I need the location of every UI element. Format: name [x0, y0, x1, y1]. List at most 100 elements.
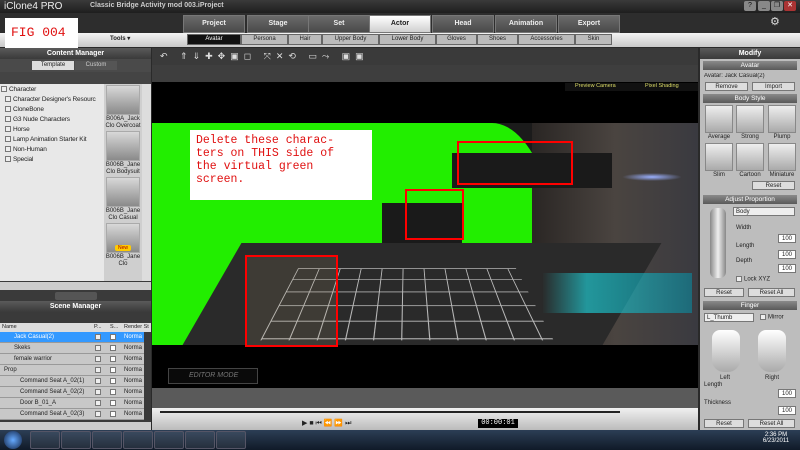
body-style-slim[interactable] — [705, 143, 733, 171]
scene-row[interactable]: Jack Casual(2) Norma — [0, 332, 144, 343]
body-style-average[interactable] — [705, 105, 733, 133]
tree-item[interactable]: G3 Nude Characters — [1, 115, 103, 125]
thumbnail-scrollbar[interactable] — [142, 84, 151, 281]
tools-menu[interactable]: Tools ▾ — [110, 35, 130, 42]
avatar-section[interactable]: Avatar — [703, 61, 797, 70]
mirror-checkbox[interactable]: Mirror — [760, 314, 784, 321]
body-part-select[interactable]: Body — [733, 207, 795, 216]
taskbar-explorer[interactable] — [30, 431, 60, 449]
finger-select[interactable]: L_Thumb — [704, 313, 754, 322]
subtab-upper-body[interactable]: Upper Body — [322, 34, 379, 45]
visible-checkbox[interactable] — [95, 389, 101, 395]
taskbar-app[interactable] — [92, 431, 122, 449]
finger-section[interactable]: Finger — [703, 301, 797, 310]
content-h-scrollbar[interactable] — [0, 282, 151, 290]
import-button[interactable]: Import — [752, 82, 795, 91]
tree-item[interactable]: Horse — [1, 125, 103, 135]
scene-row[interactable]: Command Seat A_02(1) Norma — [0, 376, 144, 387]
restore-button[interactable]: ❐ — [771, 1, 783, 11]
tab-set[interactable]: Set — [308, 15, 370, 33]
body-style-miniature[interactable] — [768, 143, 796, 171]
preview-camera-menu[interactable]: Preview Camera — [575, 83, 616, 89]
body-style-plump[interactable] — [768, 105, 796, 133]
scene-row[interactable]: Prop Norma — [0, 365, 144, 376]
remove-button[interactable]: Remove — [705, 82, 748, 91]
tree-item[interactable]: Character — [1, 85, 103, 95]
left-hand-icon[interactable] — [712, 330, 740, 372]
minimize-button[interactable]: _ — [758, 1, 770, 11]
subtab-lower-body[interactable]: Lower Body — [379, 34, 436, 45]
select-checkbox[interactable] — [110, 411, 116, 417]
scene-row[interactable]: Command Seat A_02(2) Norma — [0, 387, 144, 398]
subtab-persona[interactable]: Persona — [241, 34, 288, 45]
visible-checkbox[interactable] — [95, 334, 101, 340]
taskbar-app[interactable] — [216, 431, 246, 449]
tab-export[interactable]: Export — [558, 15, 620, 33]
select-checkbox[interactable] — [110, 356, 116, 362]
settings-icon[interactable]: ⚙ — [770, 15, 780, 28]
adjust-proportion-section[interactable]: Adjust Proportion — [703, 195, 797, 204]
visible-checkbox[interactable] — [95, 345, 101, 351]
proportion-reset-button[interactable]: Reset — [704, 288, 744, 297]
scene-h-scrollbar[interactable] — [0, 422, 151, 430]
subtab-hair[interactable]: Hair — [288, 34, 322, 45]
depth-field[interactable]: 100 — [778, 264, 796, 273]
finger-reset-all-button[interactable]: Reset All — [748, 419, 795, 428]
subtab-gloves[interactable]: Gloves — [436, 34, 477, 45]
finger-length-field[interactable]: 100 — [778, 389, 796, 398]
column-p[interactable]: P... — [94, 323, 102, 332]
tab-head[interactable]: Head — [432, 15, 494, 33]
scene-row[interactable]: Skeks Norma — [0, 343, 144, 354]
tab-template[interactable]: Template — [32, 61, 74, 70]
taskbar-app[interactable] — [185, 431, 215, 449]
thumbnail[interactable]: New — [106, 223, 140, 253]
visible-checkbox[interactable] — [95, 378, 101, 384]
taskbar-app[interactable] — [123, 431, 153, 449]
panel-toggle[interactable] — [55, 292, 97, 300]
select-checkbox[interactable] — [110, 345, 116, 351]
visible-checkbox[interactable] — [95, 367, 101, 373]
clock[interactable]: 2:36 PM 6/23/2011 — [756, 432, 796, 444]
visible-checkbox[interactable] — [95, 356, 101, 362]
tab-animation[interactable]: Animation — [495, 15, 557, 33]
tree-item[interactable]: Non-Human — [1, 145, 103, 155]
tree-item[interactable]: Special — [1, 155, 103, 165]
length-field[interactable]: 100 — [778, 250, 796, 259]
help-button[interactable]: ? — [744, 1, 756, 11]
scene-row[interactable]: Command Seat A_02(3) Norma — [0, 409, 144, 420]
column-render[interactable]: Render St — [124, 323, 149, 332]
right-hand-icon[interactable] — [758, 330, 786, 372]
column-name[interactable]: Name — [2, 323, 17, 332]
proportion-reset-all-button[interactable]: Reset All — [748, 288, 795, 297]
scene-row[interactable]: female warrior Norma — [0, 354, 144, 365]
timecode[interactable]: 00:00:01 — [478, 419, 518, 428]
body-style-cartoon[interactable] — [736, 143, 764, 171]
taskbar-iclone[interactable] — [154, 431, 184, 449]
scene-row[interactable]: Door B_01_A Norma — [0, 398, 144, 409]
body-style-reset-button[interactable]: Reset — [752, 181, 795, 190]
subtab-skin[interactable]: Skin — [575, 34, 612, 45]
start-button[interactable] — [4, 431, 22, 449]
column-s[interactable]: S... — [110, 323, 118, 332]
select-checkbox[interactable] — [110, 378, 116, 384]
taskbar-media-player[interactable] — [61, 431, 91, 449]
body-style-strong[interactable] — [736, 105, 764, 133]
viewport[interactable]: ↶ ⇑⇓✚✥▣◻ ⤧✕⟲ ▭⤳ ▣▣ Preview Camera Pixel … — [152, 48, 698, 430]
tab-project[interactable]: Project — [183, 15, 245, 33]
subtab-accessories[interactable]: Accessories — [518, 34, 575, 45]
select-checkbox[interactable] — [110, 400, 116, 406]
lock-xyz-checkbox[interactable]: Lock XYZ — [736, 276, 770, 283]
timeline-slider[interactable] — [160, 411, 620, 413]
finger-reset-button[interactable]: Reset — [704, 419, 744, 428]
playback-controls[interactable]: ▶ ■ ⏮ ⏪ ⏩ ⏭ — [302, 419, 362, 428]
tree-item[interactable]: Lamp Animation Starter Kit — [1, 135, 103, 145]
thumbnail[interactable] — [106, 85, 140, 115]
width-field[interactable]: 100 — [778, 234, 796, 243]
visible-checkbox[interactable] — [95, 411, 101, 417]
tree-item[interactable]: Character Designer's Resourc — [1, 95, 103, 105]
tab-stage[interactable]: Stage — [247, 15, 309, 33]
close-button[interactable]: ✕ — [784, 1, 796, 11]
subtab-shoes[interactable]: Shoes — [477, 34, 518, 45]
tab-actor[interactable]: Actor — [369, 15, 431, 33]
thumbnail[interactable] — [106, 177, 140, 207]
